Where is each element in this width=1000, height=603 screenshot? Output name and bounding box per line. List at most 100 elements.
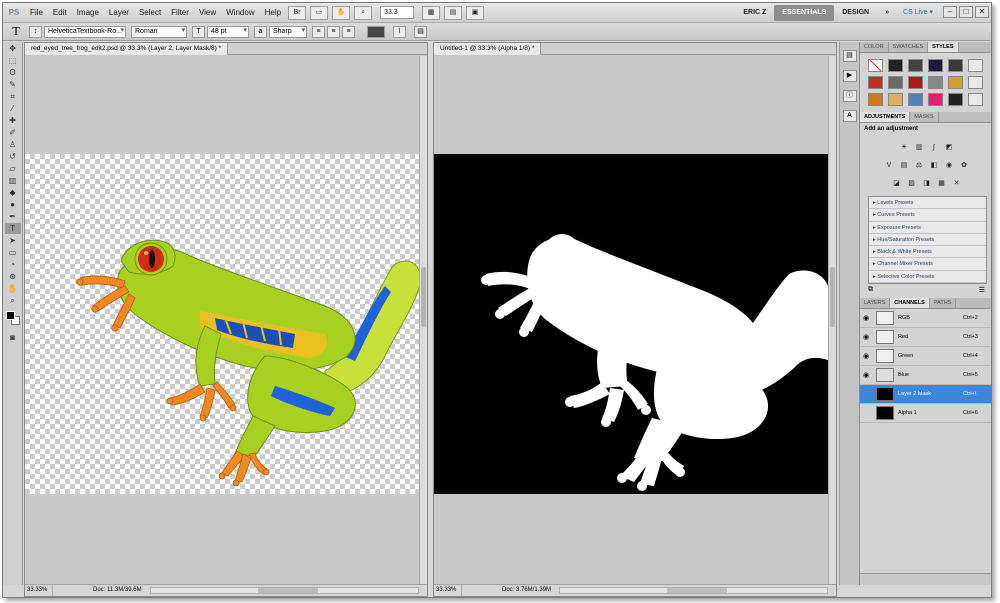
tab-styles[interactable]: STYLES [928, 42, 959, 52]
style-swatch[interactable] [928, 93, 943, 106]
lasso-tool-icon[interactable]: ʘ [5, 67, 21, 78]
zoom-level-field[interactable]: 33.3 [380, 6, 415, 19]
channel-row-green[interactable]: ◉ Green Ctrl+4 [860, 347, 991, 367]
toggle-orientation-icon[interactable]: ↕ [29, 25, 42, 38]
style-swatch[interactable] [968, 59, 983, 72]
preset-exposure[interactable]: Exposure Presets [869, 222, 986, 234]
color-swatches[interactable] [5, 310, 21, 328]
channel-mixer-icon[interactable]: ✿ [958, 160, 970, 171]
preset-hue-saturation[interactable]: Hue/Saturation Presets [869, 234, 986, 247]
workspace-essentials[interactable]: ESSENTIALS [774, 5, 835, 21]
actions-panel-icon[interactable]: ▶ [842, 70, 857, 82]
canvas-area[interactable] [434, 56, 828, 584]
channel-row-rgb[interactable]: ◉ RGB Ctrl+2 [860, 309, 991, 329]
path-select-tool-icon[interactable]: ➤ [5, 235, 21, 246]
style-swatch[interactable] [908, 76, 923, 89]
style-swatch[interactable] [888, 93, 903, 106]
photo-filter-icon[interactable]: ◉ [943, 160, 955, 171]
color-balance-icon[interactable]: ⚖ [913, 160, 925, 171]
black-white-icon[interactable]: ◧ [928, 160, 940, 171]
document-tab-title[interactable]: red_eyed_tree_frog_edit2.psd @ 33.3% (La… [25, 43, 229, 55]
font-style-select[interactable]: Roman [131, 25, 187, 38]
channel-row-alpha-1[interactable]: Alpha 1 Ctrl+6 [860, 404, 991, 424]
visibility-eye-icon[interactable]: ◉ [860, 333, 872, 341]
vertical-scrollbar[interactable] [828, 56, 836, 584]
tab-layers[interactable]: LAYERS [860, 298, 891, 309]
style-swatch[interactable] [908, 59, 923, 72]
horizontal-scrollbar[interactable] [149, 587, 419, 594]
menu-help[interactable]: Help [260, 3, 286, 23]
preset-selective-color[interactable]: Selective Color Presets [869, 271, 986, 284]
style-swatch[interactable] [868, 59, 883, 72]
style-swatch[interactable] [948, 59, 963, 72]
style-swatch[interactable] [928, 76, 943, 89]
preset-black-white[interactable]: Black & White Presets [869, 246, 986, 259]
doc-size-info[interactable]: Doc: 11.3M/39.6M [53, 585, 142, 596]
antialias-select[interactable]: Sharp [269, 25, 307, 38]
channel-row-red[interactable]: ◉ Red Ctrl+3 [860, 328, 991, 348]
font-family-select[interactable]: HelveticaTextbook-Ro... [44, 25, 126, 38]
preset-channel-mixer[interactable]: Channel Mixer Presets [869, 258, 986, 271]
brush-tool-icon[interactable]: ✐ [5, 127, 21, 138]
channel-row-layer-mask[interactable]: Layer 2 Mask Ctrl+\ [860, 385, 991, 405]
tab-swatches[interactable]: SWATCHES [889, 42, 929, 52]
style-swatch[interactable] [968, 93, 983, 106]
threshold-icon[interactable]: ◨ [921, 178, 933, 189]
tab-adjustments[interactable]: ADJUSTMENTS [860, 112, 911, 122]
menu-layer[interactable]: Layer [104, 3, 134, 23]
invert-icon[interactable]: ◪ [891, 178, 903, 189]
style-swatch[interactable] [908, 93, 923, 106]
zoom-readout[interactable]: 33.33% [434, 585, 462, 596]
menu-window[interactable]: Window [221, 3, 259, 23]
screen-mode-icon[interactable]: ▣ [466, 5, 485, 20]
visibility-eye-icon[interactable]: ◉ [860, 352, 872, 360]
curves-icon[interactable]: ∫ [928, 142, 940, 153]
zoom-tool-icon[interactable]: ⌕ [5, 295, 21, 306]
menu-select[interactable]: Select [134, 3, 166, 23]
workspace-more[interactable]: » [877, 5, 897, 21]
visibility-eye-icon[interactable]: ◉ [860, 314, 872, 322]
tab-color[interactable]: COLOR [860, 42, 889, 52]
character-panel-icon[interactable]: ▤ [414, 25, 427, 38]
style-swatch[interactable] [948, 93, 963, 106]
foreground-color-swatch[interactable] [5, 311, 15, 320]
history-panel-icon[interactable]: ▤ [842, 50, 857, 62]
type-tool-icon[interactable]: T [4, 223, 21, 234]
align-left-icon[interactable]: ≡ [312, 25, 325, 38]
clip-to-layer-icon[interactable]: ⧉ [868, 286, 873, 296]
scrollbar-thumb[interactable] [666, 588, 727, 593]
healing-tool-icon[interactable]: ✚ [5, 115, 21, 126]
tab-paths[interactable]: PATHS [930, 298, 957, 309]
3d-orbit-tool-icon[interactable]: ⊛ [5, 271, 21, 282]
clone-stamp-tool-icon[interactable]: ♙ [5, 139, 21, 150]
menu-edit[interactable]: Edit [48, 3, 72, 23]
minibridge-icon[interactable]: ▭ [310, 5, 329, 20]
hand-tool-icon[interactable]: ✋ [5, 283, 21, 294]
zoom-tool-icon[interactable]: ⌕ [354, 5, 373, 20]
hue-saturation-icon[interactable]: ▤ [898, 160, 910, 171]
history-brush-tool-icon[interactable]: ↺ [5, 151, 21, 162]
marquee-tool-icon[interactable]: ⬚ [5, 55, 21, 66]
shape-tool-icon[interactable]: ▭ [5, 247, 21, 258]
eraser-tool-icon[interactable]: ▱ [5, 163, 21, 174]
move-tool-icon[interactable]: ✥ [5, 43, 21, 54]
character-panel-icon[interactable]: A [842, 110, 857, 122]
levels-icon[interactable]: ▥ [913, 142, 925, 153]
style-swatch[interactable] [888, 76, 903, 89]
vertical-scrollbar[interactable] [419, 56, 427, 584]
panel-menu-icon[interactable]: ☰ [979, 286, 985, 296]
tab-channels[interactable]: CHANNELS [890, 298, 930, 309]
document-tab-title[interactable]: Untitled-1 @ 33.3% (Alpha 1/8) * [434, 43, 542, 55]
zoom-readout[interactable]: 33.33% [25, 585, 53, 596]
style-swatch[interactable] [868, 93, 883, 106]
blur-tool-icon[interactable]: ◆ [5, 187, 21, 198]
posterize-icon[interactable]: ▨ [906, 178, 918, 189]
align-center-icon[interactable]: ≡ [327, 25, 340, 38]
menu-file[interactable]: File [25, 3, 48, 23]
text-color-swatch[interactable] [367, 25, 385, 38]
hand-tool-icon[interactable]: ✋ [332, 5, 351, 20]
canvas-area[interactable] [25, 56, 419, 584]
vibrance-icon[interactable]: V [883, 160, 895, 171]
brightness-icon[interactable]: ☀ [898, 142, 910, 153]
scrollbar-thumb[interactable] [257, 588, 318, 593]
